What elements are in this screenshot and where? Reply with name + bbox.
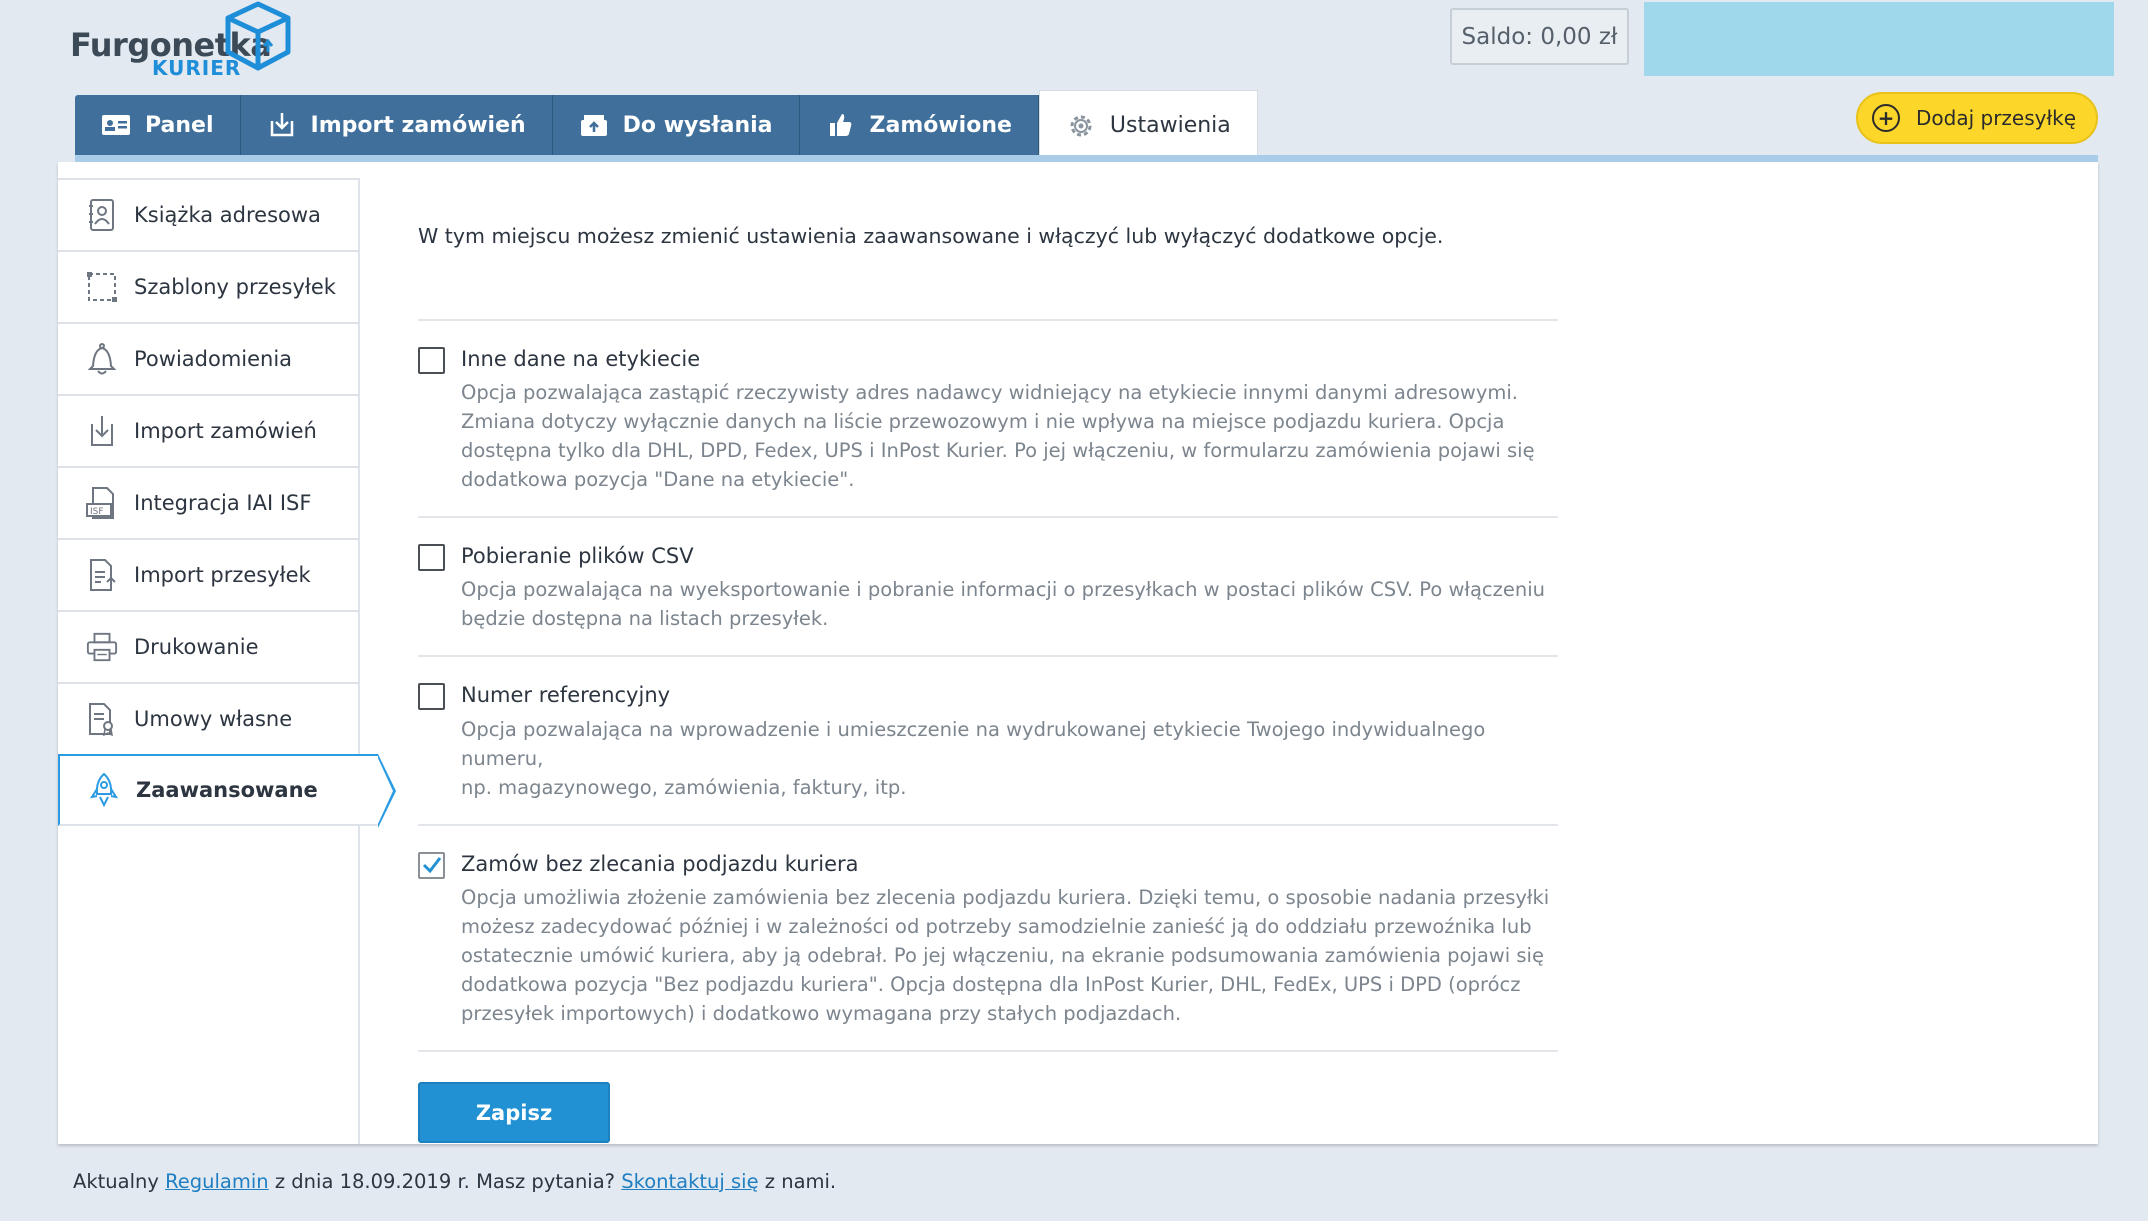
- sidebar-item-templates[interactable]: Szablony przesyłek: [58, 250, 358, 322]
- sidebar-item-label: Import zamówień: [134, 419, 317, 443]
- footer-text: z dnia 18.09.2019 r. Masz pytania?: [268, 1170, 622, 1193]
- footer-text: Aktualny: [73, 1170, 166, 1193]
- terms-link[interactable]: Regulamin: [165, 1170, 269, 1193]
- option-row: Pobieranie plików CSV Opcja pozwalająca …: [418, 516, 1558, 655]
- ad-banner[interactable]: [1644, 2, 2114, 76]
- template-icon: [86, 269, 118, 305]
- option-checkbox-no-courier-pickup[interactable]: [418, 851, 445, 879]
- add-shipment-button[interactable]: + Dodaj przesyłkę: [1856, 92, 2098, 144]
- desc-line: dodatkowa pozycja "Dane na etykiecie".: [461, 468, 855, 492]
- tabs-underline: [75, 155, 2098, 162]
- desc-line: Opcja pozwalająca zastąpić rzeczywisty a…: [461, 381, 1518, 405]
- tab-label: Do wysłania: [622, 112, 773, 138]
- contact-link[interactable]: Skontaktuj się: [621, 1170, 758, 1193]
- add-shipment-label: Dodaj przesyłkę: [1916, 106, 2077, 130]
- desc-line: Opcja umożliwia złożenie zamówienia bez …: [461, 886, 1550, 910]
- contract-icon: [86, 701, 118, 737]
- logo[interactable]: Furgonetka KURIER: [70, 0, 291, 82]
- option-title[interactable]: Zamów bez zlecania podjazdu kuriera: [461, 850, 1558, 879]
- outbox-icon: [579, 110, 609, 140]
- option-description: Opcja umożliwia złożenie zamówienia bez …: [461, 883, 1558, 1028]
- checkmark-icon: [422, 857, 441, 874]
- options-list: Inne dane na etykiecie Opcja pozwalająca…: [418, 318, 1558, 1053]
- gear-icon: [1066, 111, 1096, 141]
- option-checkbox-reference-number[interactable]: [418, 683, 445, 711]
- sidebar-item-address-book[interactable]: Książka adresowa: [58, 178, 358, 250]
- tab-import-orders[interactable]: Import zamówień: [240, 95, 553, 155]
- file-upload-icon: [86, 557, 118, 593]
- tab-to-send[interactable]: Do wysłania: [552, 95, 800, 155]
- download-icon: [267, 110, 297, 140]
- settings-panel: Książka adresowa Szablony przesyłek Powi…: [58, 162, 2098, 1144]
- settings-sidebar: Książka adresowa Szablony przesyłek Powi…: [58, 178, 396, 1144]
- desc-line: Opcja pozwalająca na wyeksportowanie i p…: [461, 578, 1546, 602]
- tab-label: Import zamówień: [310, 112, 526, 138]
- desc-line: możesz zadecydować później i w zależnośc…: [461, 915, 1532, 939]
- tab-panel[interactable]: Panel: [75, 95, 241, 155]
- printer-icon: [86, 629, 118, 665]
- rocket-icon: [88, 772, 120, 808]
- address-book-icon: [86, 197, 118, 233]
- tab-label: Panel: [145, 112, 214, 138]
- import-icon: [86, 413, 118, 449]
- svg-text:ISF: ISF: [90, 507, 104, 517]
- save-button[interactable]: Zapisz: [418, 1082, 610, 1144]
- desc-line: np. magazynowego, zamówienia, faktury, i…: [461, 775, 907, 799]
- isf-file-icon: ISF: [86, 485, 118, 521]
- sidebar-item-label: Integracja IAI ISF: [134, 491, 312, 515]
- sidebar-item-printing[interactable]: Drukowanie: [58, 610, 358, 682]
- desc-line: przesyłek importowych) i dodatkowo wymag…: [461, 1002, 1182, 1026]
- tab-ordered[interactable]: Zamówione: [799, 95, 1039, 155]
- sidebar-item-import-shipments[interactable]: Import przesyłek: [58, 538, 358, 610]
- sidebar-item-label: Zaawansowane: [136, 778, 318, 802]
- sidebar-item-label: Książka adresowa: [134, 203, 321, 227]
- option-description: Opcja pozwalająca na wyeksportowanie i p…: [461, 575, 1558, 633]
- sidebar-item-label: Drukowanie: [134, 635, 259, 659]
- option-row: Numer referencyjny Opcja pozwalająca na …: [418, 655, 1558, 823]
- desc-line: Zmiana dotyczy wyłącznie danych na liści…: [461, 410, 1505, 434]
- option-checkbox-other-label-data[interactable]: [418, 346, 445, 374]
- tab-label: Zamówione: [869, 112, 1012, 138]
- option-title[interactable]: Numer referencyjny: [461, 681, 1558, 710]
- advanced-settings-content: W tym miejscu możesz zmienić ustawienia …: [418, 222, 1558, 1144]
- sidebar-item-import-orders[interactable]: Import zamówień: [58, 394, 358, 466]
- tab-settings[interactable]: Ustawienia: [1038, 90, 1258, 160]
- balance-display[interactable]: Saldo: 0,00 zł: [1450, 8, 1629, 65]
- footer: Aktualny Regulamin z dnia 18.09.2019 r. …: [73, 1170, 836, 1193]
- id-card-icon: [101, 110, 131, 140]
- desc-line: Opcja pozwalająca na wprowadzenie i umie…: [461, 717, 1486, 770]
- option-description: Opcja pozwalająca zastąpić rzeczywisty a…: [461, 378, 1558, 494]
- sidebar-item-own-contracts[interactable]: Umowy własne: [58, 682, 358, 754]
- sidebar-item-label: Import przesyłek: [134, 563, 311, 587]
- intro-text: W tym miejscu możesz zmienić ustawienia …: [418, 224, 1444, 248]
- sidebar-item-label: Szablony przesyłek: [134, 275, 336, 299]
- sidebar-item-iai-isf[interactable]: ISF Integracja IAI ISF: [58, 466, 358, 538]
- desc-line: będzie dostępna na listach przesyłek.: [461, 607, 829, 631]
- option-row: Zamów bez zlecania podjazdu kuriera Opcj…: [418, 823, 1558, 1053]
- desc-line: dostępna tylko dla DHL, DPD, Fedex, UPS …: [461, 439, 1535, 463]
- sidebar-item-label: Powiadomienia: [134, 347, 293, 371]
- option-title[interactable]: Inne dane na etykiecie: [461, 345, 1558, 374]
- desc-line: ostatecznie umówić kuriera, aby ją odebr…: [461, 944, 1544, 968]
- desc-line: dodatkowa pozycja "Bez podjazdu kuriera"…: [461, 973, 1521, 997]
- sidebar-item-notifications[interactable]: Powiadomienia: [58, 322, 358, 394]
- main-nav-tabs: Panel Import zamówień Do wysłania Zamówi…: [75, 90, 1258, 162]
- plus-icon: +: [1872, 104, 1900, 132]
- package-box-icon: [225, 1, 291, 71]
- option-checkbox-csv-download[interactable]: [418, 544, 445, 572]
- option-description: Opcja pozwalająca na wprowadzenie i umie…: [461, 715, 1558, 802]
- option-title[interactable]: Pobieranie plików CSV: [461, 542, 1558, 571]
- thumbs-up-icon: [826, 110, 856, 140]
- footer-text: z nami.: [758, 1170, 837, 1193]
- bell-icon: [86, 341, 118, 377]
- sidebar-item-advanced[interactable]: Zaawansowane: [58, 754, 396, 828]
- tab-label: Ustawienia: [1109, 113, 1231, 138]
- sidebar-item-label: Umowy własne: [134, 707, 293, 731]
- option-row: Inne dane na etykiecie Opcja pozwalająca…: [418, 318, 1558, 516]
